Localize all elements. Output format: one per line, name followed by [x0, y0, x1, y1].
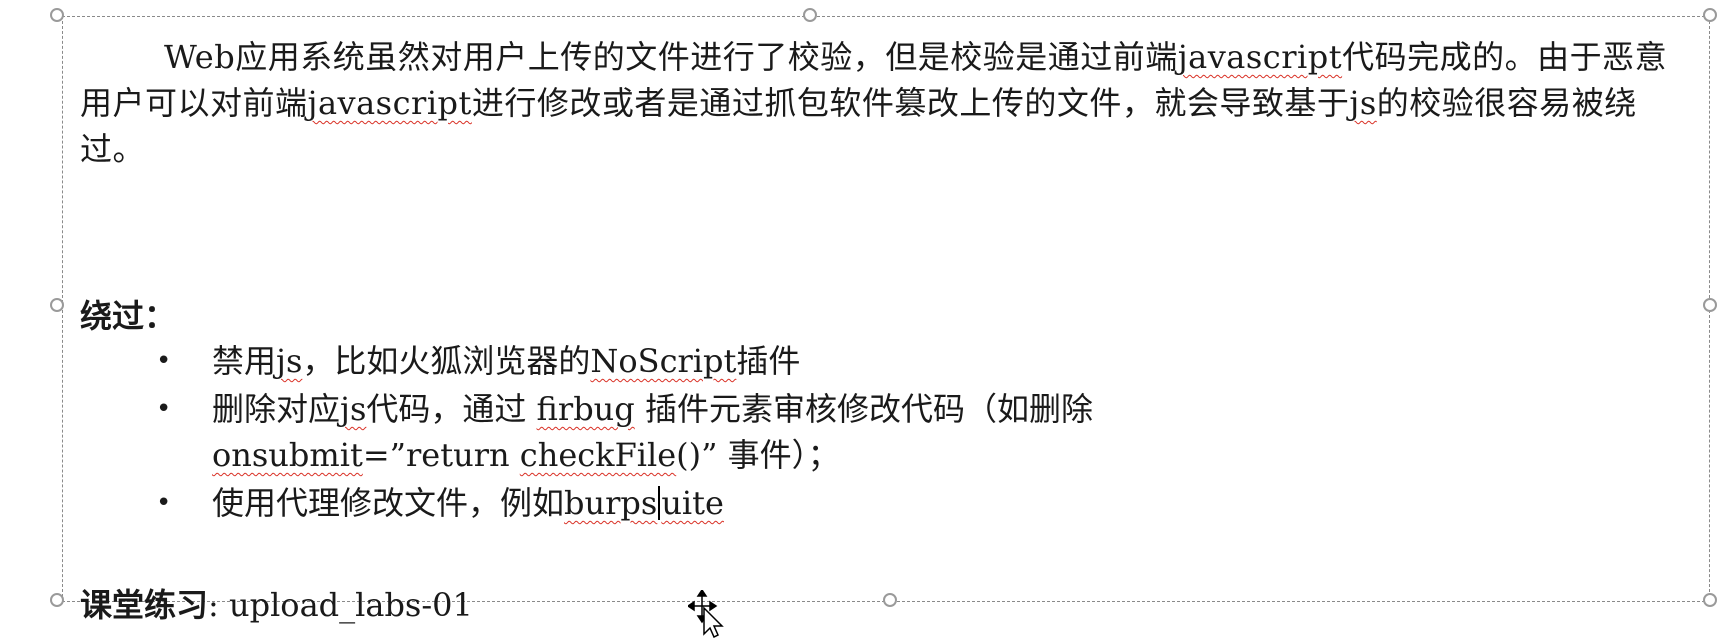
- item-text: 删除对应: [212, 390, 341, 428]
- resize-handle-bottom-right[interactable]: [1703, 593, 1717, 607]
- item-text: 代码，通过: [366, 390, 537, 428]
- spellcheck-word: js: [340, 390, 367, 428]
- move-cursor-icon: [688, 590, 724, 638]
- resize-handle-top-center[interactable]: [803, 8, 817, 22]
- text-caret: [658, 486, 661, 520]
- item-text: 使用代理修改文件，例如: [212, 484, 565, 522]
- item-text: 禁用: [212, 342, 277, 380]
- exercise-value: : upload_labs-01: [208, 586, 473, 624]
- spellcheck-word: js: [1349, 84, 1377, 122]
- spellcheck-word: checkFile: [519, 436, 677, 474]
- spellcheck-word: js: [276, 342, 303, 380]
- resize-handle-top-right[interactable]: [1703, 8, 1717, 22]
- list-item[interactable]: • 禁用js，比如火狐浏览器的NoScript插件: [150, 338, 1650, 384]
- list-item[interactable]: • 使用代理修改文件，例如burps uite: [150, 480, 1650, 526]
- bypass-heading: 绕过：: [80, 297, 177, 335]
- resize-handle-bottom-center[interactable]: [883, 593, 897, 607]
- item-text: 插件: [736, 342, 801, 380]
- spellcheck-word: javascript: [1177, 38, 1343, 76]
- bullet-icon: •: [156, 394, 172, 424]
- resize-handle-top-left[interactable]: [50, 8, 64, 22]
- item-text: burps: [564, 484, 658, 522]
- body-text[interactable]: Web应用系统虽然对用户上传的文件进行了校验，但是校验是通过前端javascri…: [80, 34, 1690, 172]
- bullet-icon: •: [156, 346, 172, 376]
- bypass-list[interactable]: • 禁用js，比如火狐浏览器的NoScript插件 • 删除对应js代码，通过 …: [150, 338, 1650, 528]
- intro-paragraph[interactable]: Web应用系统虽然对用户上传的文件进行了校验，但是校验是通过前端javascri…: [80, 34, 1690, 172]
- intro-text-1: Web应用系统虽然对用户上传的文件进行了校验，但是校验是通过前端: [164, 38, 1178, 76]
- list-item[interactable]: • 删除对应js代码，通过 firbug 插件元素审核修改代码（如删除 onsub…: [150, 386, 1650, 478]
- resize-handle-middle-right[interactable]: [1703, 298, 1717, 312]
- spellcheck-word: burps uite: [564, 484, 724, 522]
- item-text: ()” 事件）；: [676, 436, 840, 474]
- item-text: 插件元素审核修改代码（如删除: [634, 390, 1093, 428]
- spellcheck-word: firbug: [536, 390, 635, 428]
- bullet-icon: •: [156, 488, 172, 518]
- spellcheck-word: onsubmit: [212, 436, 363, 474]
- exercise-line[interactable]: 课堂练习: upload_labs-01: [80, 582, 473, 628]
- spellcheck-word: javascript: [307, 84, 472, 122]
- item-text: =”return: [362, 436, 520, 474]
- spellcheck-word: NoScript: [590, 342, 737, 380]
- resize-handle-middle-left[interactable]: [50, 298, 64, 312]
- exercise-label: 课堂练习: [80, 586, 209, 624]
- intro-text-3: 进行修改或者是通过抓包软件篡改上传的文件，就会导致基于: [471, 84, 1350, 122]
- resize-handle-bottom-left[interactable]: [50, 593, 64, 607]
- item-text: uite: [661, 484, 724, 522]
- item-text: ，比如火狐浏览器的: [302, 342, 591, 380]
